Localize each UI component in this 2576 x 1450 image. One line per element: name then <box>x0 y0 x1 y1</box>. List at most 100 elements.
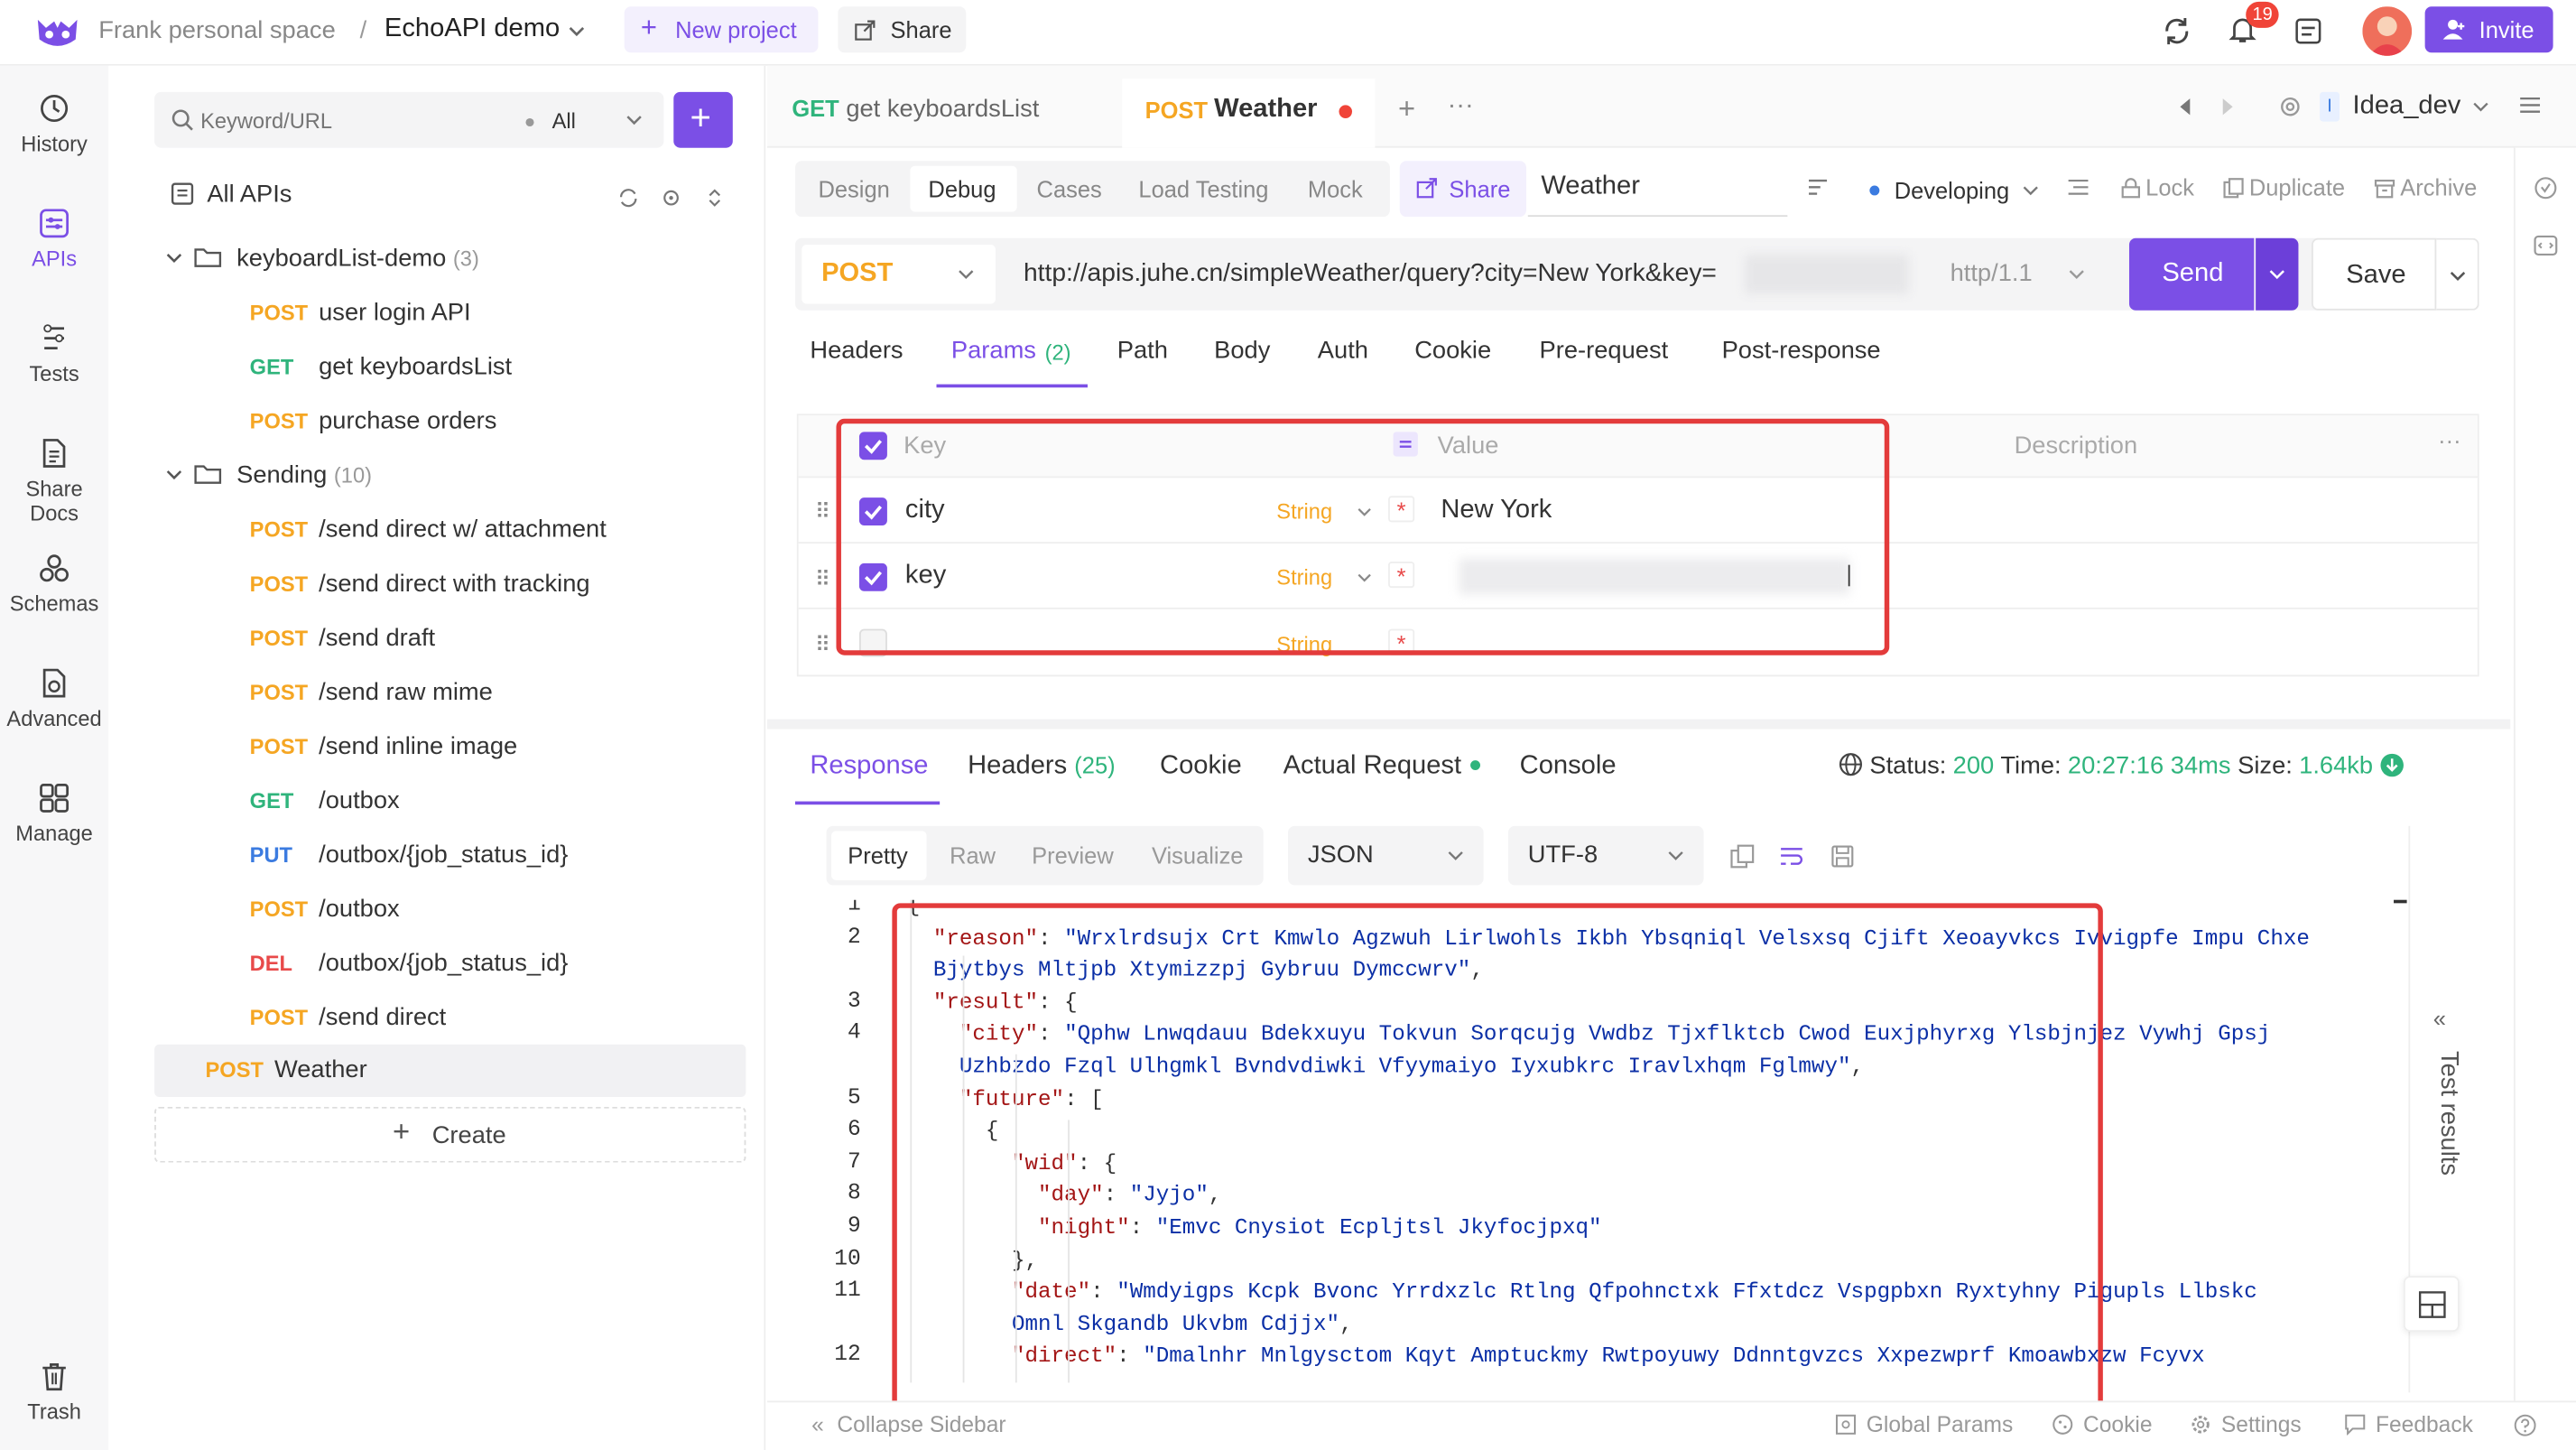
footer-feedback-button[interactable]: Feedback <box>2344 1412 2473 1436</box>
footer-settings-button[interactable]: Settings <box>2190 1412 2302 1436</box>
collapse-sidebar-button[interactable]: « Collapse Sidebar <box>811 1412 1005 1436</box>
wrap-lines-icon[interactable] <box>1779 844 1803 869</box>
resp-tab-response[interactable]: Response <box>794 739 941 805</box>
filter-select[interactable]: All <box>552 108 576 133</box>
format-icon[interactable] <box>1807 177 1830 197</box>
save-options-button[interactable] <box>2436 237 2479 311</box>
avatar[interactable] <box>2362 6 2413 56</box>
refresh-icon[interactable] <box>617 187 639 209</box>
mode-design[interactable]: Design <box>818 176 889 202</box>
locate-icon[interactable] <box>661 187 682 209</box>
sidebar-item[interactable]: POST/send direct <box>250 993 447 1043</box>
req-tab-auth[interactable]: Auth <box>1318 337 1368 365</box>
more-tabs-icon[interactable]: ··· <box>1448 92 1474 122</box>
resp-tab-console[interactable]: Console <box>1520 752 1617 782</box>
expand-panel-icon[interactable]: « <box>2433 1005 2446 1031</box>
collapse-line[interactable] <box>2394 899 2407 904</box>
check-circle-icon[interactable] <box>2534 176 2558 200</box>
folder-keyboardlist-demo[interactable]: keyboardList-demo (3) <box>164 235 479 284</box>
protocol-select[interactable]: http/1.1 <box>1951 259 2033 287</box>
mode-mock[interactable]: Mock <box>1308 176 1363 202</box>
tab-get-keyboardslist[interactable]: GET get keyboardsList <box>792 95 1039 123</box>
resp-tab-headers[interactable]: Headers (25) <box>968 752 1116 782</box>
share-project-button[interactable]: Share <box>838 6 967 53</box>
url-input[interactable]: http://apis.juhe.cn/simpleWeather/query?… <box>1009 245 1929 303</box>
sidebar-item-purchase-orders[interactable]: POST purchase orders <box>250 397 497 447</box>
sidebar-item[interactable]: POST/send raw mime <box>250 668 493 718</box>
code-icon[interactable] <box>2534 233 2558 257</box>
sync-icon[interactable] <box>2162 16 2191 46</box>
project-name[interactable]: EchoAPI demo <box>385 14 560 44</box>
drag-handle-icon[interactable]: ⠿ <box>815 632 830 658</box>
resp-tab-actual-request[interactable]: Actual Request <box>1283 752 1480 782</box>
status-select[interactable]: Developing <box>1867 171 2047 210</box>
sidebar-item[interactable]: PUT/outbox/{job_status_id} <box>250 831 569 880</box>
send-options-button[interactable] <box>2256 237 2299 311</box>
view-pretty[interactable]: Pretty <box>831 831 927 880</box>
send-button[interactable]: Send <box>2128 237 2255 311</box>
save-button[interactable]: Save <box>2312 237 2437 311</box>
view-preview[interactable]: Preview <box>1032 842 1114 869</box>
nav-schemas[interactable]: Schemas <box>0 552 108 616</box>
archive-button[interactable]: Archive <box>2374 174 2477 200</box>
view-raw[interactable]: Raw <box>950 842 996 869</box>
scroll-left-icon[interactable] <box>2177 97 2193 116</box>
download-icon[interactable] <box>2381 753 2405 777</box>
share-api-button[interactable]: Share <box>1399 161 1526 218</box>
encoding-select[interactable]: UTF-8 <box>1507 825 1704 886</box>
environment-settings-icon[interactable] <box>2279 95 2302 117</box>
mode-load-testing[interactable]: Load Testing <box>1138 176 1268 202</box>
chevron-down-icon[interactable] <box>623 108 645 131</box>
sidebar-item[interactable]: GET/outbox <box>250 776 400 826</box>
folder-sending[interactable]: Sending (10) <box>164 451 372 501</box>
menu-icon[interactable] <box>2518 94 2541 116</box>
req-tab-headers[interactable]: Headers <box>810 337 903 365</box>
method-select[interactable]: POST <box>802 245 996 304</box>
sidebar-item-user-login-api[interactable]: POST user login API <box>250 289 471 339</box>
save-response-icon[interactable] <box>1830 844 1855 869</box>
view-visualize[interactable]: Visualize <box>1152 842 1244 869</box>
sidebar-item[interactable]: POST/send draft <box>250 614 435 664</box>
environment-select[interactable]: I Idea_dev <box>2316 86 2504 128</box>
copy-icon[interactable] <box>1730 844 1755 869</box>
nav-trash[interactable]: Trash <box>0 1360 108 1424</box>
req-tab-body[interactable]: Body <box>1214 337 1270 365</box>
lock-button[interactable]: Lock <box>2121 174 2194 200</box>
req-tab-path[interactable]: Path <box>1117 337 1168 365</box>
create-button[interactable]: + Create <box>154 1106 746 1163</box>
document-list-icon[interactable] <box>2293 16 2323 46</box>
scroll-right-icon[interactable] <box>2219 97 2236 116</box>
search-input[interactable] <box>200 101 496 138</box>
nav-apis[interactable]: APIs <box>0 207 108 271</box>
drag-handle-icon[interactable]: ⠿ <box>815 566 830 592</box>
sidebar-item-weather-selected[interactable]: POST Weather <box>154 1044 746 1097</box>
align-icon[interactable] <box>2067 176 2090 199</box>
all-apis-row[interactable]: All APIs <box>171 181 292 209</box>
drag-handle-icon[interactable]: ⠿ <box>815 499 830 525</box>
footer-cookie-button[interactable]: Cookie <box>2052 1412 2153 1436</box>
more-options-icon[interactable]: ··· <box>2438 427 2460 453</box>
sidebar-item[interactable]: POST/send direct with tracking <box>250 560 590 609</box>
duplicate-button[interactable]: Duplicate <box>2223 174 2345 200</box>
global-params-button[interactable]: Global Params <box>1835 1412 2013 1436</box>
workspace-name[interactable]: Frank personal space <box>98 16 336 44</box>
help-icon[interactable] <box>2514 1414 2536 1436</box>
chevron-down-icon[interactable] <box>2067 265 2087 284</box>
resp-tab-cookie[interactable]: Cookie <box>1160 752 1242 782</box>
test-results-label[interactable]: Test results <box>2430 1051 2463 1232</box>
pane-divider[interactable] <box>767 719 2511 730</box>
invite-button[interactable]: Invite <box>2424 6 2553 53</box>
expand-collapse-icon[interactable] <box>705 187 725 209</box>
req-tab-post-response[interactable]: Post-response <box>1722 337 1881 365</box>
chevron-down-icon[interactable] <box>565 20 588 42</box>
req-tab-pre-request[interactable]: Pre-request <box>1540 337 1669 365</box>
nav-tests[interactable]: Tests <box>0 321 108 386</box>
mode-cases[interactable]: Cases <box>1037 176 1102 202</box>
mode-debug[interactable]: Debug <box>910 165 1017 212</box>
new-tab-icon[interactable]: + <box>1398 92 1415 126</box>
req-tab-cookie[interactable]: Cookie <box>1414 337 1491 365</box>
nav-history[interactable]: History <box>0 92 108 156</box>
sidebar-item-get-keyboardslist[interactable]: GET get keyboardsList <box>250 343 512 393</box>
api-name-field[interactable]: Weather <box>1527 161 1788 218</box>
nav-share-docs[interactable]: Share Docs <box>0 437 108 525</box>
